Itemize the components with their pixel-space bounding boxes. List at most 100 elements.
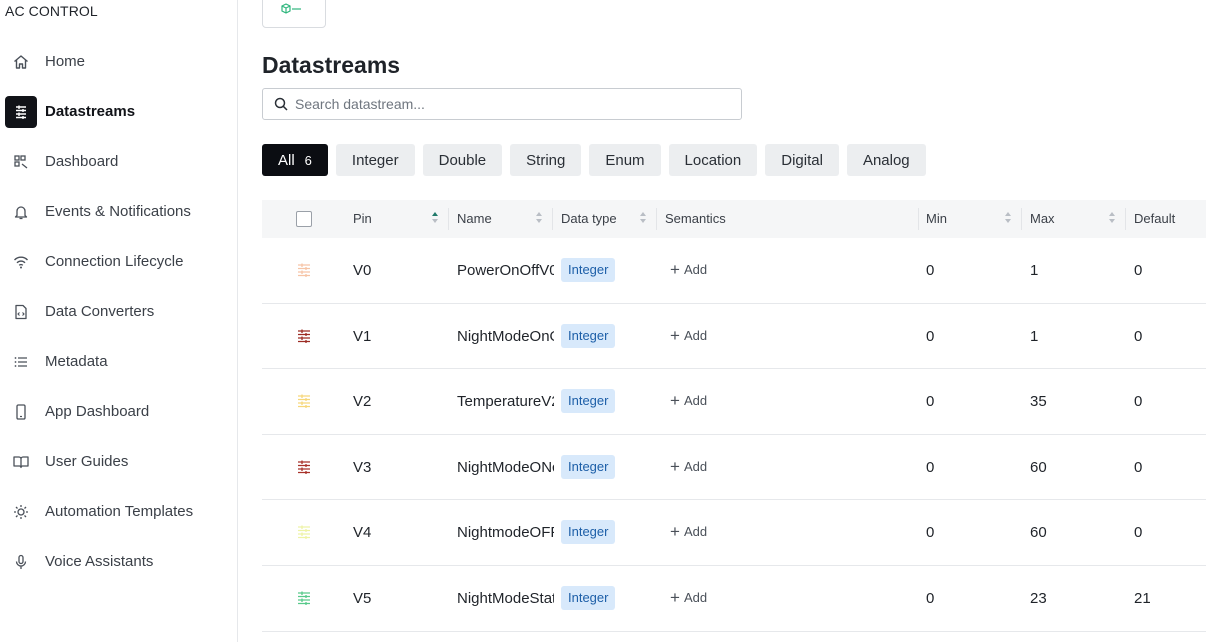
book-icon <box>5 446 37 478</box>
add-semantics-button[interactable]: + Add <box>670 261 707 278</box>
datastream-icon <box>298 525 310 540</box>
filter-analog[interactable]: Analog <box>846 144 926 176</box>
min-cell: 0 <box>926 524 935 542</box>
sidebar-item-app-dashboard[interactable]: App Dashboard <box>0 387 237 437</box>
table-header: Pin Name Data type Semantics Min Max Def… <box>262 200 1206 238</box>
default-cell: 0 <box>1134 393 1143 411</box>
column-header-pin[interactable]: Pin <box>353 211 372 226</box>
template-image-box[interactable] <box>262 0 326 28</box>
column-divider <box>656 208 657 230</box>
table-row[interactable]: V2 TemperatureV2 Integer + Add 0 35 0 <box>262 369 1206 435</box>
filter-integer[interactable]: Integer <box>335 144 415 176</box>
table-row[interactable]: V1 NightModeOnOff Integer + Add 0 1 0 <box>262 304 1206 370</box>
wifi-icon <box>5 246 37 278</box>
data-type-badge: Integer <box>561 323 616 348</box>
phone-icon <box>5 396 37 428</box>
column-divider <box>1021 208 1022 230</box>
sidebar-item-voice-assistants[interactable]: Voice Assistants <box>0 537 237 587</box>
min-cell: 0 <box>926 458 935 476</box>
plus-icon: + <box>670 587 680 607</box>
column-header-default: Default <box>1134 211 1176 226</box>
filter-label: String <box>526 151 566 169</box>
dashboard-icon <box>5 146 37 178</box>
sidebar-item-events[interactable]: Events & Notifications <box>0 187 237 237</box>
name-cell[interactable]: NightModeStatus <box>457 590 554 607</box>
max-cell: 60 <box>1030 524 1047 542</box>
datastream-icon <box>298 329 310 343</box>
filter-double[interactable]: Double <box>422 144 503 176</box>
sidebar-item-data-converters[interactable]: Data Converters <box>0 287 237 337</box>
list-icon <box>5 346 37 378</box>
sidebar-item-datastreams[interactable]: Datastreams <box>0 87 237 137</box>
search-box[interactable] <box>262 88 742 120</box>
sidebar-item-metadata[interactable]: Metadata <box>0 337 237 387</box>
name-cell[interactable]: NightModeOnOff <box>457 328 554 345</box>
table-row[interactable]: V4 NightmodeOFF Integer + Add 0 60 0 <box>262 500 1206 566</box>
code-file-icon <box>5 296 37 328</box>
add-semantics-button[interactable]: + Add <box>670 327 707 344</box>
add-semantics-button[interactable]: + Add <box>670 458 707 475</box>
filter-count: 6 <box>304 152 312 168</box>
column-header-min[interactable]: Min <box>926 211 947 226</box>
select-all-checkbox[interactable] <box>296 211 312 227</box>
name-cell[interactable]: PowerOnOffV0 <box>457 262 554 279</box>
sidebar-item-label: Dashboard <box>45 153 119 170</box>
sort-name-icon[interactable] <box>536 212 544 226</box>
column-divider <box>1125 208 1126 230</box>
plus-icon: + <box>670 260 680 279</box>
pin-cell: V0 <box>353 262 372 279</box>
min-cell: 0 <box>926 393 935 411</box>
plus-icon: + <box>670 456 680 476</box>
name-cell[interactable]: NightmodeOFF <box>457 524 554 541</box>
pin-cell: V3 <box>353 458 372 476</box>
pin-cell: V2 <box>353 393 372 411</box>
filter-enum[interactable]: Enum <box>589 144 661 176</box>
sidebar-item-dashboard[interactable]: Dashboard <box>0 137 237 187</box>
data-type-badge: Integer <box>561 520 616 545</box>
plus-icon: + <box>670 391 680 411</box>
data-type-badge: Integer <box>561 258 616 282</box>
microphone-icon <box>5 546 37 578</box>
filter-label: Analog <box>862 151 910 169</box>
sidebar-item-label: User Guides <box>45 453 129 470</box>
home-icon <box>5 46 37 78</box>
sidebar-item-automation-templates[interactable]: Automation Templates <box>0 487 237 537</box>
column-header-data-type[interactable]: Data type <box>561 211 617 226</box>
sort-min-icon[interactable] <box>1005 212 1013 226</box>
column-divider <box>552 208 553 230</box>
pin-cell: V4 <box>353 524 372 542</box>
name-cell[interactable]: TemperatureV2 <box>457 393 554 410</box>
main-content: Datastreams All 6 Integer Double String … <box>238 0 1206 642</box>
search-input[interactable] <box>295 89 735 119</box>
add-label: Add <box>683 393 708 409</box>
sidebar-item-home[interactable]: Home <box>0 37 237 87</box>
pin-cell: V5 <box>353 589 372 607</box>
sidebar-item-label: Datastreams <box>45 103 136 120</box>
filter-digital[interactable]: Digital <box>765 144 839 176</box>
filter-label: Enum <box>605 151 645 169</box>
datastreams-table: Pin Name Data type Semantics Min Max Def… <box>262 200 1206 632</box>
sidebar-item-user-guides[interactable]: User Guides <box>0 437 237 487</box>
add-semantics-button[interactable]: + Add <box>670 589 707 606</box>
sort-pin-icon[interactable] <box>432 212 440 226</box>
table-row[interactable]: V0 PowerOnOffV0 Integer + Add 0 1 0 <box>262 238 1206 304</box>
name-cell[interactable]: NightModeONcool <box>457 459 554 476</box>
filter-location[interactable]: Location <box>668 144 758 176</box>
table-row[interactable]: V5 NightModeStatus Integer + Add 0 23 21 <box>262 566 1206 632</box>
type-filters: All 6 Integer Double String Enum Locatio… <box>262 144 926 176</box>
page-title: Datastreams <box>262 52 401 78</box>
sidebar-item-connection-lifecycle[interactable]: Connection Lifecycle <box>0 237 237 287</box>
column-header-name[interactable]: Name <box>457 211 492 226</box>
default-cell: 21 <box>1134 589 1151 607</box>
filter-all[interactable]: All 6 <box>262 144 328 176</box>
datastreams-icon <box>5 96 37 128</box>
filter-string[interactable]: String <box>510 144 582 176</box>
sidebar-nav: Home Datastreams Dashboard Events & Noti… <box>0 37 237 587</box>
max-cell: 23 <box>1030 589 1047 607</box>
table-row[interactable]: V3 NightModeONcool Integer + Add 0 60 0 <box>262 435 1206 501</box>
sort-data-type-icon[interactable] <box>640 212 648 226</box>
add-semantics-button[interactable]: + Add <box>670 523 707 540</box>
add-semantics-button[interactable]: + Add <box>670 392 707 409</box>
column-header-max[interactable]: Max <box>1030 211 1055 226</box>
sort-max-icon[interactable] <box>1109 212 1117 226</box>
